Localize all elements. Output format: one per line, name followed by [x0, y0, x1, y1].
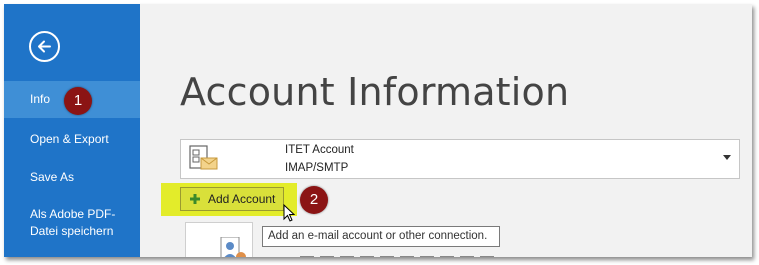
- sidebar-item-label: Open & Export: [30, 132, 109, 146]
- account-name: ITET Account: [285, 144, 354, 156]
- chevron-down-icon: [723, 155, 731, 160]
- mouse-cursor-icon: [283, 204, 295, 222]
- outlook-backstage-window: Info Open & Export Save As Als Adobe PDF…: [4, 4, 752, 257]
- sidebar-item-open-export[interactable]: Open & Export: [4, 129, 140, 149]
- account-dropdown[interactable]: ITET Account IMAP/SMTP: [180, 139, 740, 179]
- sidebar-item-adobe-pdf[interactable]: Als Adobe PDF- Datei speichern: [4, 206, 140, 240]
- plus-icon: [190, 194, 200, 204]
- back-button[interactable]: [29, 31, 60, 62]
- sidebar-item-label-line1: Als Adobe PDF-: [30, 207, 116, 221]
- sidebar-item-label: Info: [30, 92, 51, 106]
- account-type: IMAP/SMTP: [285, 162, 349, 174]
- sidebar-item-label: Save As: [30, 170, 75, 184]
- obscured-description: [300, 256, 500, 257]
- mail-account-icon: [189, 145, 218, 170]
- add-account-button[interactable]: Add Account: [180, 187, 284, 211]
- page-title: Account Information: [180, 70, 570, 114]
- arrow-left-icon: [38, 40, 51, 53]
- add-account-label: Add Account: [208, 192, 276, 206]
- step-badge-1: 1: [64, 87, 92, 115]
- add-account-tooltip: Add an e-mail account or other connectio…: [262, 226, 500, 247]
- sidebar-item-label-line2: Datei speichern: [30, 224, 114, 238]
- step-badge-2: 2: [300, 186, 328, 214]
- sidebar-item-save-as[interactable]: Save As: [4, 167, 140, 187]
- account-settings-icon: [220, 237, 246, 257]
- backstage-sidebar: Info Open & Export Save As Als Adobe PDF…: [4, 4, 140, 257]
